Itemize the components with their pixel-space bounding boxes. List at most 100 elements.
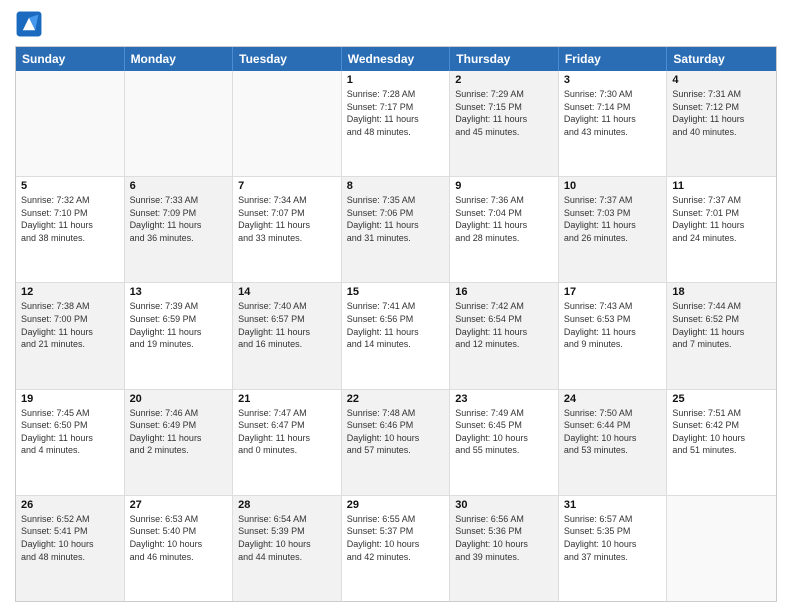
- calendar-day-cell: [16, 71, 125, 176]
- calendar-day-cell: 2 Sunrise: 7:29 AM Sunset: 7:15 PM Daylig…: [450, 71, 559, 176]
- day-info: Sunrise: 7:38 AM Sunset: 7:00 PM Dayligh…: [21, 300, 119, 350]
- calendar-day-cell: 29 Sunrise: 6:55 AM Sunset: 5:37 PM Dayli…: [342, 496, 451, 601]
- day-info: Sunrise: 7:44 AM Sunset: 6:52 PM Dayligh…: [672, 300, 771, 350]
- day-number: 13: [130, 286, 228, 298]
- calendar-week: 1 Sunrise: 7:28 AM Sunset: 7:17 PM Daylig…: [16, 71, 776, 177]
- calendar-day-cell: 5 Sunrise: 7:32 AM Sunset: 7:10 PM Daylig…: [16, 177, 125, 282]
- day-info: Sunrise: 6:53 AM Sunset: 5:40 PM Dayligh…: [130, 513, 228, 563]
- calendar-day-cell: 13Sunrise: 7:39 AM Sunset: 6:59 PM Dayli…: [125, 283, 234, 388]
- calendar-day-cell: 16Sunrise: 7:42 AM Sunset: 6:54 PM Dayli…: [450, 283, 559, 388]
- calendar-day-cell: 21 Sunrise: 7:47 AM Sunset: 6:47 PM Dayli…: [233, 390, 342, 495]
- weekday-header: Sunday: [16, 47, 125, 71]
- day-number: 17: [564, 286, 662, 298]
- calendar-week: 12 Sunrise: 7:38 AM Sunset: 7:00 PM Dayli…: [16, 283, 776, 389]
- day-info: Sunrise: 7:37 AM Sunset: 7:03 PM Dayligh…: [564, 194, 662, 244]
- calendar-day-cell: 19Sunrise: 7:45 AM Sunset: 6:50 PM Dayli…: [16, 390, 125, 495]
- day-number: 26: [21, 499, 119, 511]
- day-number: 10: [564, 180, 662, 192]
- day-info: Sunrise: 7:48 AM Sunset: 6:46 PM Dayligh…: [347, 407, 445, 457]
- day-info: Sunrise: 7:30 AM Sunset: 7:14 PM Dayligh…: [564, 88, 662, 138]
- calendar-day-cell: 27 Sunrise: 6:53 AM Sunset: 5:40 PM Dayli…: [125, 496, 234, 601]
- day-number: 23: [455, 393, 553, 405]
- calendar-day-cell: 1 Sunrise: 7:28 AM Sunset: 7:17 PM Daylig…: [342, 71, 451, 176]
- day-number: 20: [130, 393, 228, 405]
- calendar-day-cell: 26 Sunrise: 6:52 AM Sunset: 5:41 PM Dayli…: [16, 496, 125, 601]
- calendar-week: 26 Sunrise: 6:52 AM Sunset: 5:41 PM Dayli…: [16, 496, 776, 601]
- day-number: 15: [347, 286, 445, 298]
- day-number: 29: [347, 499, 445, 511]
- weekday-header: Saturday: [667, 47, 776, 71]
- calendar-header: SundayMondayTuesdayWednesdayThursdayFrid…: [16, 47, 776, 71]
- weekday-header: Monday: [125, 47, 234, 71]
- day-info: Sunrise: 7:33 AM Sunset: 7:09 PM Dayligh…: [130, 194, 228, 244]
- calendar-week: 19Sunrise: 7:45 AM Sunset: 6:50 PM Dayli…: [16, 390, 776, 496]
- day-number: 2: [455, 74, 553, 86]
- calendar-day-cell: 31Sunrise: 6:57 AM Sunset: 5:35 PM Dayli…: [559, 496, 668, 601]
- day-number: 7: [238, 180, 336, 192]
- day-info: Sunrise: 6:52 AM Sunset: 5:41 PM Dayligh…: [21, 513, 119, 563]
- header: [15, 10, 777, 38]
- weekday-header: Thursday: [450, 47, 559, 71]
- calendar-week: 5 Sunrise: 7:32 AM Sunset: 7:10 PM Daylig…: [16, 177, 776, 283]
- day-info: Sunrise: 6:55 AM Sunset: 5:37 PM Dayligh…: [347, 513, 445, 563]
- day-number: 24: [564, 393, 662, 405]
- calendar-day-cell: 4 Sunrise: 7:31 AM Sunset: 7:12 PM Daylig…: [667, 71, 776, 176]
- day-info: Sunrise: 7:31 AM Sunset: 7:12 PM Dayligh…: [672, 88, 771, 138]
- day-info: Sunrise: 6:57 AM Sunset: 5:35 PM Dayligh…: [564, 513, 662, 563]
- calendar-day-cell: 10 Sunrise: 7:37 AM Sunset: 7:03 PM Dayli…: [559, 177, 668, 282]
- day-info: Sunrise: 7:41 AM Sunset: 6:56 PM Dayligh…: [347, 300, 445, 350]
- page: SundayMondayTuesdayWednesdayThursdayFrid…: [0, 0, 792, 612]
- day-number: 30: [455, 499, 553, 511]
- day-number: 14: [238, 286, 336, 298]
- day-info: Sunrise: 6:56 AM Sunset: 5:36 PM Dayligh…: [455, 513, 553, 563]
- day-number: 27: [130, 499, 228, 511]
- calendar-day-cell: 3 Sunrise: 7:30 AM Sunset: 7:14 PM Daylig…: [559, 71, 668, 176]
- day-number: 5: [21, 180, 119, 192]
- logo-icon: [15, 10, 43, 38]
- day-info: Sunrise: 7:46 AM Sunset: 6:49 PM Dayligh…: [130, 407, 228, 457]
- day-info: Sunrise: 7:50 AM Sunset: 6:44 PM Dayligh…: [564, 407, 662, 457]
- calendar-day-cell: 20 Sunrise: 7:46 AM Sunset: 6:49 PM Dayli…: [125, 390, 234, 495]
- day-number: 3: [564, 74, 662, 86]
- day-info: Sunrise: 7:51 AM Sunset: 6:42 PM Dayligh…: [672, 407, 771, 457]
- day-number: 12: [21, 286, 119, 298]
- day-number: 22: [347, 393, 445, 405]
- day-number: 9: [455, 180, 553, 192]
- day-number: 16: [455, 286, 553, 298]
- day-number: 18: [672, 286, 771, 298]
- calendar-day-cell: 8 Sunrise: 7:35 AM Sunset: 7:06 PM Daylig…: [342, 177, 451, 282]
- day-info: Sunrise: 7:36 AM Sunset: 7:04 PM Dayligh…: [455, 194, 553, 244]
- day-info: Sunrise: 7:45 AM Sunset: 6:50 PM Dayligh…: [21, 407, 119, 457]
- weekday-header: Wednesday: [342, 47, 451, 71]
- calendar-day-cell: [233, 71, 342, 176]
- day-number: 28: [238, 499, 336, 511]
- calendar-day-cell: 25Sunrise: 7:51 AM Sunset: 6:42 PM Dayli…: [667, 390, 776, 495]
- day-number: 8: [347, 180, 445, 192]
- day-info: Sunrise: 7:47 AM Sunset: 6:47 PM Dayligh…: [238, 407, 336, 457]
- day-info: Sunrise: 7:35 AM Sunset: 7:06 PM Dayligh…: [347, 194, 445, 244]
- day-number: 6: [130, 180, 228, 192]
- calendar-day-cell: 18 Sunrise: 7:44 AM Sunset: 6:52 PM Dayli…: [667, 283, 776, 388]
- day-number: 21: [238, 393, 336, 405]
- calendar-day-cell: 14 Sunrise: 7:40 AM Sunset: 6:57 PM Dayli…: [233, 283, 342, 388]
- calendar-day-cell: 24 Sunrise: 7:50 AM Sunset: 6:44 PM Dayli…: [559, 390, 668, 495]
- weekday-header: Friday: [559, 47, 668, 71]
- calendar-day-cell: [125, 71, 234, 176]
- calendar-day-cell: 22 Sunrise: 7:48 AM Sunset: 6:46 PM Dayli…: [342, 390, 451, 495]
- logo: [15, 10, 45, 38]
- day-info: Sunrise: 7:40 AM Sunset: 6:57 PM Dayligh…: [238, 300, 336, 350]
- calendar-day-cell: 11Sunrise: 7:37 AM Sunset: 7:01 PM Dayli…: [667, 177, 776, 282]
- calendar-day-cell: 28 Sunrise: 6:54 AM Sunset: 5:39 PM Dayli…: [233, 496, 342, 601]
- day-number: 4: [672, 74, 771, 86]
- day-info: Sunrise: 6:54 AM Sunset: 5:39 PM Dayligh…: [238, 513, 336, 563]
- day-number: 1: [347, 74, 445, 86]
- day-info: Sunrise: 7:43 AM Sunset: 6:53 PM Dayligh…: [564, 300, 662, 350]
- calendar-day-cell: [667, 496, 776, 601]
- calendar-body: 1 Sunrise: 7:28 AM Sunset: 7:17 PM Daylig…: [16, 71, 776, 601]
- day-info: Sunrise: 7:29 AM Sunset: 7:15 PM Dayligh…: [455, 88, 553, 138]
- calendar-day-cell: 7Sunrise: 7:34 AM Sunset: 7:07 PM Daylig…: [233, 177, 342, 282]
- day-info: Sunrise: 7:32 AM Sunset: 7:10 PM Dayligh…: [21, 194, 119, 244]
- calendar: SundayMondayTuesdayWednesdayThursdayFrid…: [15, 46, 777, 602]
- calendar-day-cell: 6 Sunrise: 7:33 AM Sunset: 7:09 PM Daylig…: [125, 177, 234, 282]
- day-info: Sunrise: 7:28 AM Sunset: 7:17 PM Dayligh…: [347, 88, 445, 138]
